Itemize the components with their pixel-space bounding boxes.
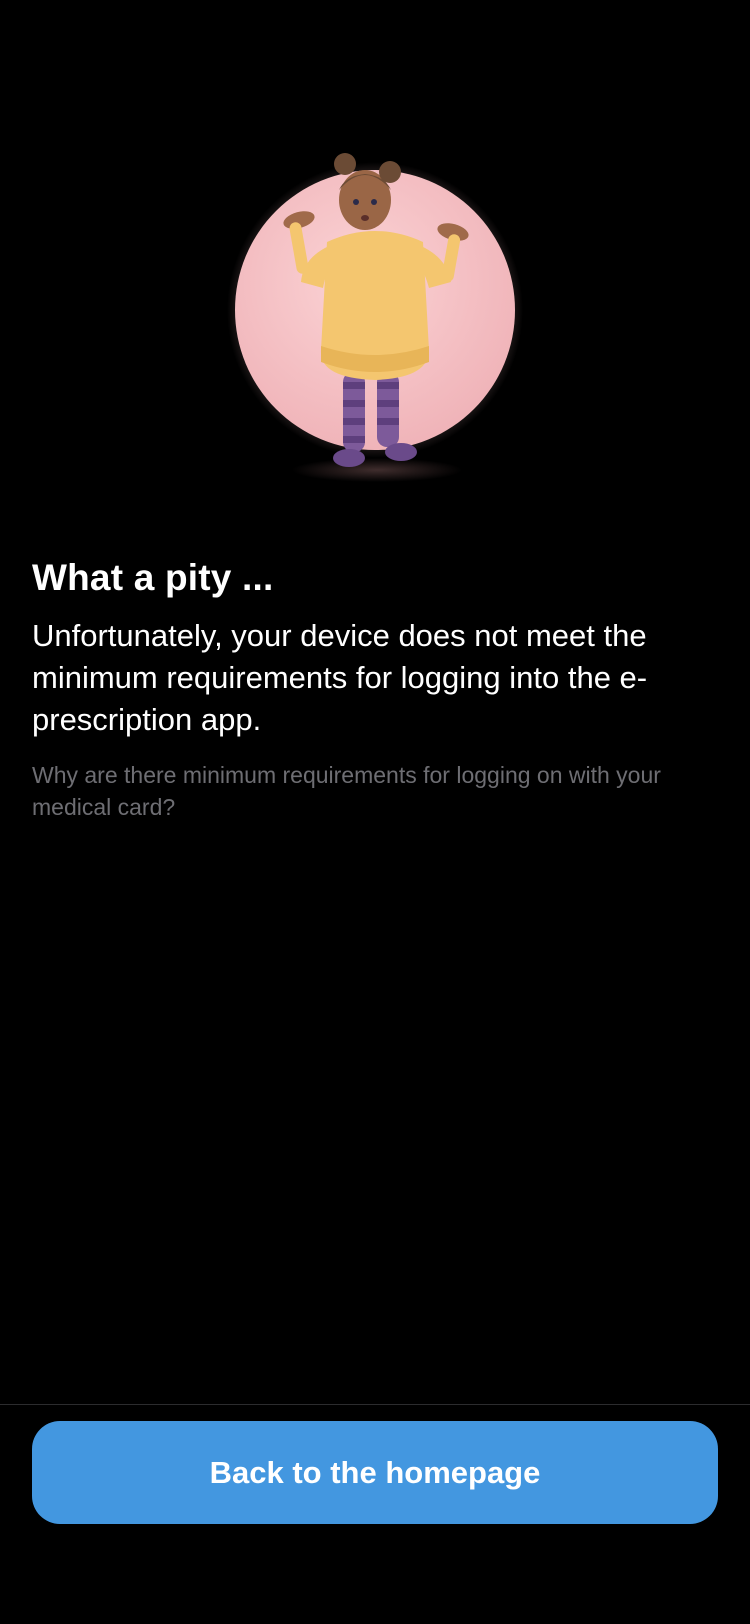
minimum-requirements-info-link[interactable]: Why are there minimum requirements for l…: [32, 759, 718, 823]
back-to-homepage-button[interactable]: Back to the homepage: [32, 1421, 718, 1524]
error-content: What a pity ... Unfortunately, your devi…: [32, 555, 718, 823]
page-title: What a pity ...: [32, 557, 274, 598]
shrugging-girl-illustration: [215, 150, 535, 500]
footer-divider: [0, 1404, 750, 1405]
error-message: Unfortunately, your device does not meet…: [32, 618, 648, 737]
